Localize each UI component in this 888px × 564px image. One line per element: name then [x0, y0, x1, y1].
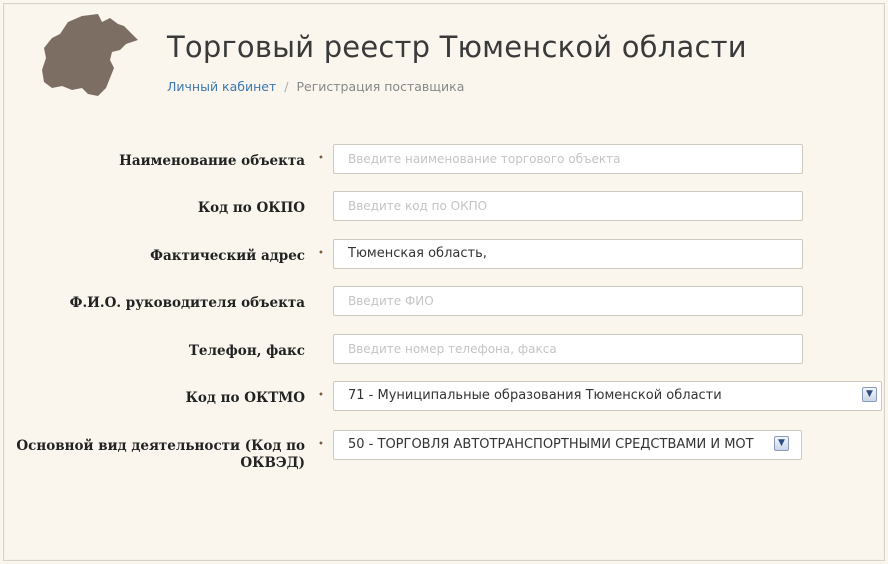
region-map-logo — [42, 14, 138, 96]
required-marker: • — [318, 248, 324, 259]
oktmo-select[interactable]: 71 - Муниципальные образования Тюменской… — [333, 381, 882, 411]
phone-label: Телефон, факс — [188, 343, 305, 359]
okpo-label: Код по ОКПО — [197, 200, 305, 216]
required-marker: • — [318, 390, 324, 401]
chevron-down-icon[interactable]: ▼ — [774, 436, 789, 451]
page-title: Торговый реестр Тюменской области — [167, 30, 747, 64]
required-marker: • — [318, 439, 324, 450]
okved-select[interactable]: 50 - ТОРГОВЛЯ АВТОТРАНСПОРТНЫМИ СРЕДСТВА… — [333, 430, 802, 460]
director-input[interactable]: Введите ФИО — [333, 286, 803, 316]
object-name-label: Наименование объекта — [119, 153, 305, 169]
required-marker: • — [318, 153, 324, 164]
breadcrumb-separator: / — [284, 79, 289, 94]
address-label: Фактический адрес — [150, 248, 305, 264]
breadcrumb-current: Регистрация поставщика — [296, 79, 465, 94]
director-label: Ф.И.О. руководителя объекта — [69, 295, 305, 311]
oktmo-selected-value: 71 - Муниципальные образования Тюменской… — [348, 388, 722, 403]
okpo-input[interactable]: Введите код по ОКПО — [333, 191, 803, 221]
phone-input[interactable]: Введите номер телефона, факса — [333, 334, 803, 364]
okved-selected-value: 50 - ТОРГОВЛЯ АВТОТРАНСПОРТНЫМИ СРЕДСТВА… — [348, 437, 754, 452]
region-map-shape — [42, 14, 138, 96]
oktmo-label: Код по ОКТМО — [185, 390, 305, 406]
address-input[interactable]: Тюменская область, — [333, 239, 803, 269]
chevron-down-icon[interactable]: ▼ — [862, 387, 877, 402]
okved-label: Основной вид деятельности (Код по ОКВЭД) — [16, 438, 305, 471]
breadcrumb-link-cabinet[interactable]: Личный кабинет — [167, 79, 276, 94]
object-name-input[interactable]: Введите наименование торгового объекта — [333, 144, 803, 174]
breadcrumb: Личный кабинет / Регистрация поставщика — [167, 79, 464, 94]
